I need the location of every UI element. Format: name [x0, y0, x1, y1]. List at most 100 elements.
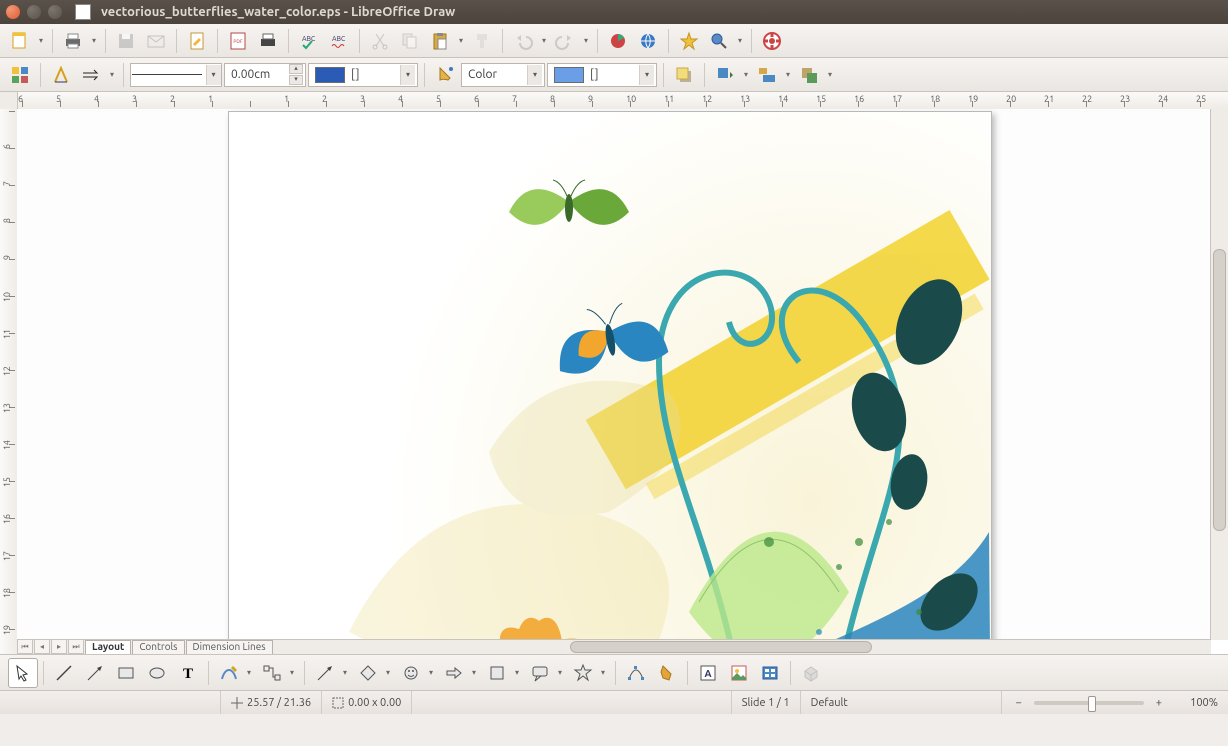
clone-formatting-button[interactable] — [468, 27, 496, 55]
export-pdf-button[interactable]: PDF — [224, 27, 252, 55]
line-width-spinbox[interactable]: 0.00cm ▴▾ — [224, 63, 306, 87]
status-slide[interactable]: Slide 1 / 1 — [732, 691, 801, 714]
curve-tool-button[interactable] — [214, 658, 244, 688]
email-button[interactable] — [142, 27, 170, 55]
symbol-shapes-dropdown[interactable]: ▾ — [427, 668, 438, 677]
symbol-shapes-button[interactable] — [396, 658, 426, 688]
undo-dropdown[interactable]: ▾ — [539, 36, 549, 45]
basic-shapes-button[interactable] — [353, 658, 383, 688]
zoom-slider-thumb[interactable] — [1088, 696, 1096, 712]
arrange-dropdown[interactable]: ▾ — [825, 70, 835, 79]
line-color-selector[interactable]: [] ▾ — [308, 63, 418, 87]
canvas-area[interactable] — [17, 109, 1211, 640]
connector-dropdown[interactable]: ▾ — [288, 668, 299, 677]
spellcheck-button[interactable]: ABC — [295, 27, 323, 55]
stars-button[interactable] — [568, 658, 598, 688]
zoom-out-button[interactable]: − — [1012, 697, 1026, 709]
fontwork-button[interactable] — [47, 61, 75, 89]
paste-dropdown[interactable]: ▾ — [456, 36, 466, 45]
layer-tab-dimension-lines[interactable]: Dimension Lines — [186, 640, 273, 654]
layer-tab-controls[interactable]: Controls — [132, 640, 184, 654]
line-arrow-tool-button[interactable] — [80, 658, 110, 688]
window-minimize-button[interactable] — [27, 5, 41, 19]
zoom-in-button[interactable]: + — [1152, 697, 1166, 709]
stars-dropdown[interactable]: ▾ — [599, 668, 610, 677]
save-button[interactable] — [112, 27, 140, 55]
shadow-button[interactable] — [670, 61, 698, 89]
horizontal-ruler[interactable]: 6543211234567891011121314151617181920212… — [0, 92, 1228, 110]
edit-file-button[interactable] — [183, 27, 211, 55]
flowchart-dropdown[interactable]: ▾ — [513, 668, 524, 677]
tab-nav-prev[interactable]: ◂ — [34, 639, 50, 654]
zoom-dropdown[interactable]: ▾ — [735, 36, 745, 45]
lines-arrows-button[interactable] — [310, 658, 340, 688]
help-button[interactable] — [758, 27, 786, 55]
paste-button[interactable] — [426, 27, 454, 55]
select-tool-button[interactable] — [8, 658, 38, 688]
arrange-button[interactable] — [795, 61, 823, 89]
new-document-button[interactable] — [6, 27, 34, 55]
callouts-dropdown[interactable]: ▾ — [556, 668, 567, 677]
arrow-style-button[interactable] — [77, 61, 105, 89]
print-direct-button[interactable] — [254, 27, 282, 55]
redo-button[interactable] — [551, 27, 579, 55]
area-dialog-button[interactable] — [431, 61, 459, 89]
arrow-style-dropdown[interactable]: ▾ — [107, 70, 117, 79]
block-arrows-dropdown[interactable]: ▾ — [470, 668, 481, 677]
redo-dropdown[interactable]: ▾ — [581, 36, 591, 45]
tab-nav-next[interactable]: ▸ — [51, 639, 67, 654]
copy-button[interactable] — [396, 27, 424, 55]
basic-shapes-dropdown[interactable]: ▾ — [384, 668, 395, 677]
line-tool-button[interactable] — [49, 658, 79, 688]
undo-button[interactable] — [509, 27, 537, 55]
effects-dropdown[interactable]: ▾ — [741, 70, 751, 79]
status-layout[interactable]: Default — [801, 691, 1002, 714]
show-draw-functions-button[interactable] — [6, 61, 34, 89]
glue-points-button[interactable] — [652, 658, 682, 688]
alignment-button[interactable] — [753, 61, 781, 89]
window-maximize-button[interactable] — [48, 5, 62, 19]
layer-tab-layout[interactable]: Layout — [85, 640, 131, 654]
block-arrows-button[interactable] — [439, 658, 469, 688]
spin-down-button[interactable]: ▾ — [289, 75, 303, 85]
line-style-selector[interactable]: ▾ — [130, 63, 222, 87]
window-close-button[interactable] — [6, 5, 20, 19]
print-button[interactable] — [59, 27, 87, 55]
tab-nav-last[interactable]: ⏭ — [68, 639, 84, 654]
area-fill-type-selector[interactable]: Color ▾ — [461, 63, 545, 87]
print-dropdown[interactable]: ▾ — [89, 36, 99, 45]
vertical-scrollbar[interactable] — [1210, 109, 1228, 640]
new-document-dropdown[interactable]: ▾ — [36, 36, 46, 45]
fontwork-gallery-button[interactable]: A — [693, 658, 723, 688]
callouts-button[interactable] — [525, 658, 555, 688]
vertical-ruler[interactable]: 678910111213141516171819 — [0, 109, 18, 654]
text-tool-button[interactable]: T — [173, 658, 203, 688]
spin-up-button[interactable]: ▴ — [289, 64, 303, 74]
insert-hyperlink-button[interactable] — [634, 27, 662, 55]
gallery-button[interactable] — [755, 658, 785, 688]
lines-arrows-dropdown[interactable]: ▾ — [341, 668, 352, 677]
cut-button[interactable] — [366, 27, 394, 55]
points-button[interactable] — [621, 658, 651, 688]
effects-button[interactable] — [711, 61, 739, 89]
zoom-slider[interactable] — [1034, 701, 1144, 705]
flowchart-button[interactable] — [482, 658, 512, 688]
navigator-button[interactable] — [675, 27, 703, 55]
area-color-selector[interactable]: [] ▾ — [547, 63, 657, 87]
horizontal-scrollbar[interactable] — [340, 639, 1211, 654]
from-file-button[interactable] — [724, 658, 754, 688]
drawing-page[interactable] — [228, 111, 992, 640]
alignment-dropdown[interactable]: ▾ — [783, 70, 793, 79]
curve-dropdown[interactable]: ▾ — [245, 668, 256, 677]
connector-tool-button[interactable] — [257, 658, 287, 688]
vertical-scrollbar-thumb[interactable] — [1213, 249, 1226, 531]
ellipse-tool-button[interactable] — [142, 658, 172, 688]
rectangle-tool-button[interactable] — [111, 658, 141, 688]
tab-nav-first[interactable]: ⏮ — [17, 639, 33, 654]
zoom-button[interactable] — [705, 27, 733, 55]
horizontal-scrollbar-thumb[interactable] — [570, 641, 872, 653]
auto-spellcheck-button[interactable]: ABC — [325, 27, 353, 55]
extrusion-button[interactable] — [796, 658, 826, 688]
insert-chart-button[interactable] — [604, 27, 632, 55]
zoom-value[interactable]: 100% — [1172, 697, 1218, 709]
